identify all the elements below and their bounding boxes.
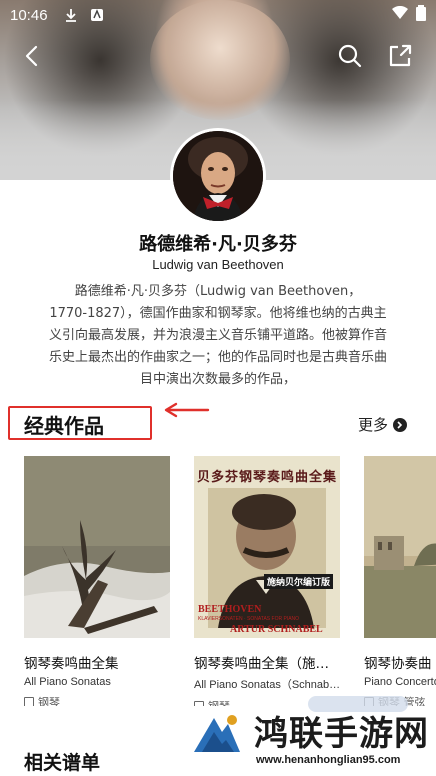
works-carousel[interactable]: 钢琴奏鸣曲全集 All Piano Sonatas 钢琴 贝多芬钢琴奏鸣曲全集 … (24, 456, 436, 706)
more-works-button[interactable]: 更多 (358, 414, 408, 435)
cover-line: ARTUR SCHNABEL (230, 624, 323, 635)
search-icon (338, 44, 362, 68)
work-title: 钢琴奏鸣曲全集 (24, 656, 119, 672)
work-subtitle: Piano Concerto (364, 676, 436, 688)
work-cover (24, 456, 170, 638)
work-cover: 贝多芬钢琴奏鸣曲全集 施纳贝尔编订版 BEETHOVEN KLAVIERSONA… (194, 456, 340, 638)
work-card[interactable]: 钢琴奏鸣曲全集 All Piano Sonatas 钢琴 (24, 456, 170, 706)
app-notification-icon (90, 8, 104, 22)
share-icon (389, 44, 412, 67)
more-label: 更多 (358, 416, 389, 434)
download-icon (64, 8, 78, 22)
composer-name-en: Ludwig van Beethoven (152, 257, 284, 272)
section-title-related-scores: 相关谱单 (24, 752, 101, 774)
work-card[interactable]: 钢琴协奏曲 Piano Concerto 钢琴 管弦 (364, 456, 436, 706)
cover-stamp: 施纳贝尔编订版 (264, 574, 334, 589)
section-title-classic-works: 经典作品 (24, 414, 104, 438)
share-button[interactable] (386, 42, 414, 70)
work-subtitle: All Piano Sonatas（Schnab… (194, 679, 340, 691)
work-title: 钢琴奏鸣曲全集（施… (194, 656, 329, 672)
composer-avatar (170, 128, 266, 224)
search-button[interactable] (336, 42, 364, 70)
chevron-right-icon (393, 417, 408, 432)
composer-name-cn: 路德维希·凡·贝多芬 (139, 234, 297, 255)
watermark-brand: 鸿联手游网 (254, 714, 429, 754)
score-icon (24, 697, 34, 706)
work-instrument: 钢琴 (24, 694, 170, 706)
status-right (392, 5, 426, 25)
wifi-icon (392, 5, 408, 24)
work-cover (364, 456, 436, 638)
composer-bio: 路德维希·凡·贝多芬（Ludwig van Beethoven， 1770-18… (48, 281, 388, 391)
bio-line: 目中演出次数最多的作品， (139, 372, 296, 387)
bio-line: 1770-1827），德国作曲家和钢琴家。他将维也纳的古典主 (49, 306, 387, 321)
back-button[interactable] (18, 42, 46, 70)
bio-line: 路德维希·凡·贝多芬（Ludwig van Beethoven， (74, 284, 362, 299)
work-title: 钢琴协奏曲 (364, 656, 432, 672)
chevron-left-icon (25, 45, 38, 67)
bio-line: 义引向最高发展，并为浪漫主义音乐铺平道路。他被算作音 (48, 328, 387, 343)
cover-line: KLAVIERSONATEN · SONATAS FOR PIANO (198, 616, 300, 622)
site-watermark: 鸿联手游网 www.henanhonglian95.com (186, 696, 436, 776)
instrument-label: 钢琴 (38, 696, 60, 706)
status-bar: 10:46 (0, 0, 436, 30)
work-subtitle: All Piano Sonatas (24, 676, 111, 688)
status-time: 10:46 (10, 6, 48, 24)
bio-line: 乐史上最杰出的作曲家之一；他的作品同时也是古典音乐曲 (48, 350, 387, 365)
work-card[interactable]: 贝多芬钢琴奏鸣曲全集 施纳贝尔编订版 BEETHOVEN KLAVIERSONA… (194, 456, 340, 706)
battery-icon (416, 5, 426, 25)
cover-line: BEETHOVEN (198, 604, 262, 615)
annotation-arrow-icon (164, 402, 210, 418)
watermark-url: www.henanhonglian95.com (256, 754, 401, 766)
watermark-logo-icon (188, 706, 246, 764)
